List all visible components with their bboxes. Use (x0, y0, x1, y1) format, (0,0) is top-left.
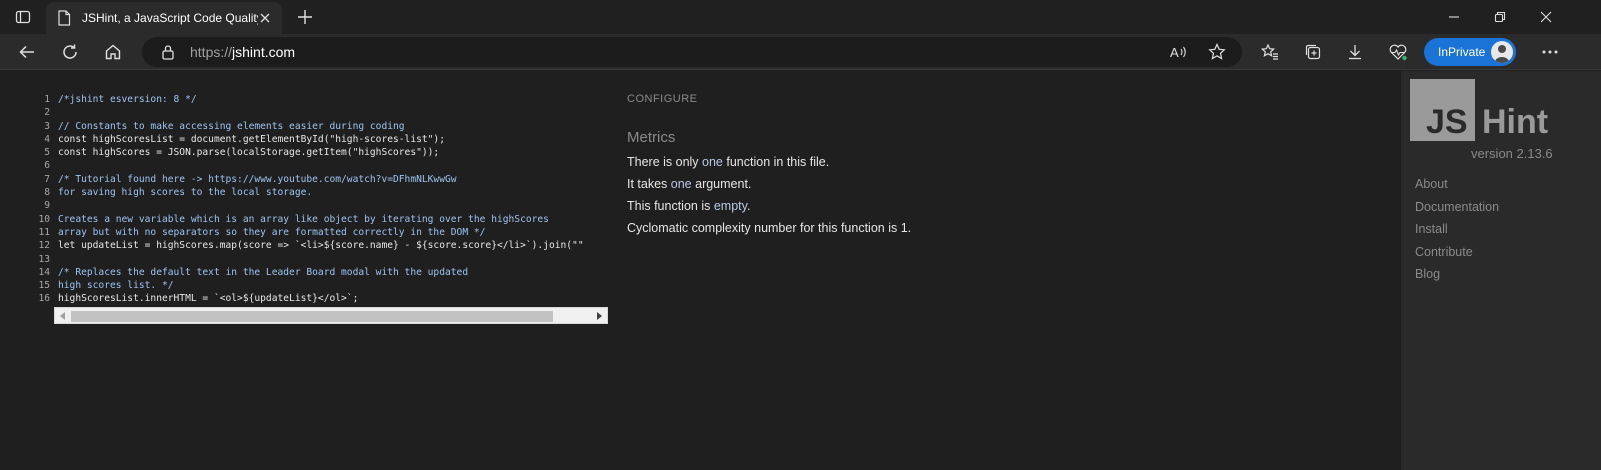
jshint-logo[interactable]: JS Hint (1410, 79, 1560, 141)
line-number: 4 (44, 133, 50, 145)
metric-line: It takes one argument. (627, 177, 752, 191)
code-line[interactable]: 8 for saving high scores to the local sto… (18, 186, 608, 199)
metrics-heading: Metrics (627, 129, 676, 146)
code-line[interactable]: 13 (18, 253, 608, 266)
collections-icon[interactable] (1301, 40, 1325, 64)
code-text[interactable]: for saving high scores to the local stor… (58, 186, 312, 199)
line-number: 16 (38, 293, 50, 305)
url-protocol: https:// (190, 44, 233, 60)
code-text[interactable]: /* Replaces the default text in the Lead… (58, 266, 468, 279)
home-icon[interactable] (100, 39, 126, 65)
code-line[interactable]: 6 (18, 159, 608, 172)
code-line[interactable]: 5 const highScores = JSON.parse(localStor… (18, 146, 608, 159)
line-number: 6 (44, 160, 50, 172)
close-tab-icon[interactable] (258, 11, 272, 25)
read-aloud-icon[interactable]: A (1168, 42, 1190, 62)
line-number: 3 (44, 120, 50, 132)
code-editor[interactable]: 1 /*jshint esversion: 8 */ 2 3 // Constants … (18, 93, 608, 306)
code-text[interactable]: highScoresList.innerHTML = `<ol>${update… (58, 292, 358, 305)
line-number: 14 (38, 266, 50, 278)
scroll-right-icon[interactable] (594, 311, 604, 321)
code-line[interactable]: 14 /* Replaces the default text in the Le… (18, 266, 608, 279)
horizontal-scrollbar[interactable] (54, 307, 608, 324)
code-line[interactable]: 15 high scores list. */ (18, 279, 608, 292)
new-tab-icon[interactable] (294, 6, 316, 28)
code-line[interactable]: 7 /* Tutorial found here -> https://www.y… (18, 173, 608, 186)
tab-actions-icon[interactable] (12, 6, 34, 28)
code-text[interactable]: Creates a new variable which is an array… (58, 213, 549, 226)
url-text: https://jshint.com (190, 44, 295, 60)
line-number: 15 (38, 280, 50, 292)
browser-toolbar: https://jshint.com A InPrivate (0, 34, 1601, 70)
logo-js: JS (1426, 103, 1468, 141)
logo-hint: Hint (1482, 103, 1549, 141)
code-line[interactable]: 3 // Constants to make accessing elements… (18, 120, 608, 133)
code-text[interactable]: /* Tutorial found here -> https://www.yo… (58, 173, 457, 186)
back-icon[interactable] (14, 39, 40, 65)
sidebar: JS Hint version 2.13.6 About Documentati… (1401, 71, 1601, 470)
line-number: 5 (44, 147, 50, 159)
code-line[interactable]: 9 (18, 199, 608, 212)
page-content: 1 /*jshint esversion: 8 */ 2 3 // Constants … (0, 71, 1601, 470)
metric-line: There is only one function in this file. (627, 155, 830, 169)
lock-icon[interactable] (160, 44, 176, 60)
nav-link-blog[interactable]: Blog (1415, 267, 1440, 281)
code-text[interactable]: // Constants to make accessing elements … (58, 120, 405, 133)
code-line[interactable]: 16 highScoresList.innerHTML = `<ol>${upda… (18, 292, 608, 305)
line-number: 10 (38, 213, 50, 225)
health-icon[interactable] (1386, 40, 1410, 64)
code-line[interactable]: 1 /*jshint esversion: 8 */ (18, 93, 608, 106)
code-line[interactable]: 2 (18, 106, 608, 119)
minimize-icon[interactable] (1431, 0, 1477, 34)
inprivate-label: InPrivate (1438, 45, 1486, 59)
more-options-icon[interactable] (1538, 40, 1562, 64)
profile-avatar-icon (1491, 41, 1513, 63)
active-tab[interactable]: JSHint, a JavaScript Code Quality (46, 2, 282, 34)
favorites-icon[interactable] (1258, 40, 1282, 64)
code-text[interactable]: array but with no separators so they are… (58, 226, 485, 239)
page-icon (56, 10, 72, 26)
scrollbar-thumb[interactable] (71, 311, 553, 322)
metric-line: This function is empty. (627, 199, 751, 213)
code-text[interactable]: const highScoresList = document.getEleme… (58, 133, 445, 146)
nav-link-documentation[interactable]: Documentation (1415, 200, 1499, 214)
code-line[interactable]: 12 let updateList = highScores.map(score … (18, 239, 608, 252)
code-text[interactable]: /*jshint esversion: 8 */ (58, 93, 197, 106)
restore-icon[interactable] (1477, 0, 1523, 34)
code-line[interactable]: 4 const highScoresList = document.getElem… (18, 133, 608, 146)
line-number: 7 (44, 173, 50, 185)
code-text[interactable]: high scores list. */ (58, 279, 174, 292)
code-line[interactable]: 11 array but with no separators so they a… (18, 226, 608, 239)
url-host: jshint.com (232, 44, 296, 60)
metric-line: Cyclomatic complexity number for this fu… (627, 221, 912, 235)
line-number: 2 (44, 107, 50, 119)
code-line[interactable]: 10 Creates a new variable which is an arr… (18, 213, 608, 226)
favorite-star-icon[interactable] (1206, 42, 1228, 62)
line-number: 11 (38, 226, 50, 238)
code-text[interactable]: const highScores = JSON.parse(localStora… (58, 146, 439, 159)
configure-link[interactable]: CONFIGURE (627, 93, 1327, 105)
nav-link-install[interactable]: Install (1415, 222, 1448, 236)
line-number: 13 (38, 253, 50, 265)
line-number: 9 (44, 200, 50, 212)
version-label: version 2.13.6 (1471, 146, 1553, 161)
line-number: 8 (44, 187, 50, 199)
tab-title: JSHint, a JavaScript Code Quality (82, 11, 258, 25)
nav-link-contribute[interactable]: Contribute (1415, 245, 1473, 259)
close-window-icon[interactable] (1523, 0, 1569, 34)
browser-tab-bar: JSHint, a JavaScript Code Quality (0, 0, 1601, 34)
downloads-icon[interactable] (1343, 40, 1367, 64)
scroll-left-icon[interactable] (58, 311, 68, 321)
code-text[interactable]: let updateList = highScores.map(score =>… (58, 239, 584, 252)
svg-text:A: A (1170, 45, 1179, 60)
line-number: 12 (38, 240, 50, 252)
inprivate-button[interactable]: InPrivate (1424, 38, 1516, 66)
line-number: 1 (44, 94, 50, 105)
nav-link-about[interactable]: About (1415, 177, 1448, 191)
report-panel: CONFIGURE Metrics There is only one func… (627, 93, 1327, 235)
refresh-icon[interactable] (57, 39, 83, 65)
address-bar[interactable]: https://jshint.com A (142, 37, 1242, 67)
